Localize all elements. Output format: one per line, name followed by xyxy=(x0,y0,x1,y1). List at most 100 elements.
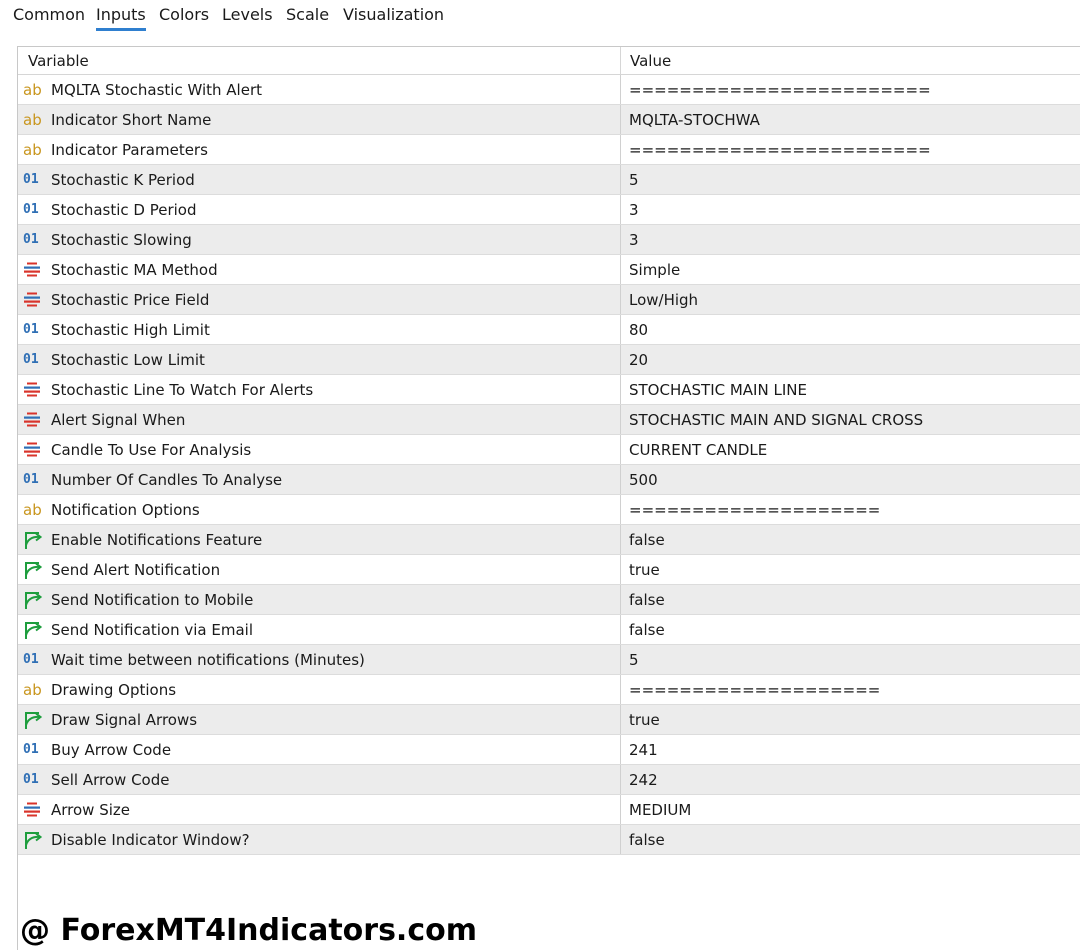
variable-label: Wait time between notifications (Minutes… xyxy=(51,650,365,669)
table-row[interactable]: Stochastic Line To Watch For Alerts STOCH… xyxy=(18,375,1080,405)
variable-label: Stochastic D Period xyxy=(51,200,197,219)
value-cell[interactable]: MQLTA-STOCHWA xyxy=(621,105,1080,134)
table-row[interactable]: Enable Notifications Feature false xyxy=(18,525,1080,555)
variable-cell[interactable]: 01 Stochastic Slowing xyxy=(18,225,621,254)
variable-label: MQLTA Stochastic With Alert xyxy=(51,80,263,99)
variable-cell[interactable]: 01 Sell Arrow Code xyxy=(18,765,621,794)
variable-cell[interactable]: 01 Number Of Candles To Analyse xyxy=(18,465,621,494)
table-row[interactable]: Candle To Use For Analysis CURRENT CANDLE xyxy=(18,435,1080,465)
table-row[interactable]: 01 Stochastic High Limit 80 xyxy=(18,315,1080,345)
table-row[interactable]: Disable Indicator Window? false xyxy=(18,825,1080,855)
value-cell[interactable]: false xyxy=(621,585,1080,614)
value-cell[interactable]: 3 xyxy=(621,195,1080,224)
value-cell[interactable]: STOCHASTIC MAIN LINE xyxy=(621,375,1080,404)
value-cell[interactable]: 20 xyxy=(621,345,1080,374)
value-cell[interactable]: false xyxy=(621,825,1080,854)
enum-icon xyxy=(23,410,45,430)
table-row[interactable]: Send Notification via Email false xyxy=(18,615,1080,645)
value-cell[interactable]: CURRENT CANDLE xyxy=(621,435,1080,464)
variable-cell[interactable]: ab MQLTA Stochastic With Alert xyxy=(18,75,621,104)
bool-icon xyxy=(23,620,45,640)
variable-label: Stochastic Low Limit xyxy=(51,350,205,369)
column-header-variable[interactable]: Variable xyxy=(18,47,621,74)
table-row[interactable]: Send Notification to Mobile false xyxy=(18,585,1080,615)
table-row[interactable]: ab Notification Options ==================… xyxy=(18,495,1080,525)
column-header-value[interactable]: Value xyxy=(621,47,1080,74)
variable-cell[interactable]: Stochastic Line To Watch For Alerts xyxy=(18,375,621,404)
variable-cell[interactable]: Enable Notifications Feature xyxy=(18,525,621,554)
value-cell[interactable]: MEDIUM xyxy=(621,795,1080,824)
tab-levels[interactable]: Levels xyxy=(222,4,273,26)
variable-cell[interactable]: ab Indicator Short Name xyxy=(18,105,621,134)
variable-cell[interactable]: Draw Signal Arrows xyxy=(18,705,621,734)
variable-cell[interactable]: 01 Stochastic D Period xyxy=(18,195,621,224)
string-icon: ab xyxy=(23,500,42,519)
table-row[interactable]: Arrow Size MEDIUM xyxy=(18,795,1080,825)
integer-icon: 01 xyxy=(23,322,39,337)
tab-common[interactable]: Common xyxy=(13,4,85,26)
value-cell[interactable]: false xyxy=(621,615,1080,644)
table-row[interactable]: 01 Number Of Candles To Analyse 500 xyxy=(18,465,1080,495)
value-cell[interactable]: 500 xyxy=(621,465,1080,494)
table-row[interactable]: 01 Stochastic Slowing 3 xyxy=(18,225,1080,255)
variable-label: Indicator Short Name xyxy=(51,110,212,129)
variable-cell[interactable]: Send Alert Notification xyxy=(18,555,621,584)
value-cell[interactable]: 80 xyxy=(621,315,1080,344)
value-cell[interactable]: ======================== xyxy=(621,75,1080,104)
variable-label: Draw Signal Arrows xyxy=(51,710,198,729)
variable-cell[interactable]: Send Notification via Email xyxy=(18,615,621,644)
variable-cell[interactable]: Alert Signal When xyxy=(18,405,621,434)
value-cell[interactable]: 3 xyxy=(621,225,1080,254)
inputs-grid: Variable Value ab MQLTA Stochastic With A… xyxy=(17,46,1080,950)
table-row[interactable]: ab Indicator Parameters ==================… xyxy=(18,135,1080,165)
value-cell[interactable]: 241 xyxy=(621,735,1080,764)
tab-inputs[interactable]: Inputs xyxy=(96,4,146,31)
table-row[interactable]: 01 Stochastic K Period 5 xyxy=(18,165,1080,195)
table-row[interactable]: Draw Signal Arrows true xyxy=(18,705,1080,735)
table-row[interactable]: Alert Signal When STOCHASTIC MAIN AND SIG… xyxy=(18,405,1080,435)
variable-cell[interactable]: Stochastic MA Method xyxy=(18,255,621,284)
variable-cell[interactable]: Disable Indicator Window? xyxy=(18,825,621,854)
value-cell[interactable]: true xyxy=(621,555,1080,584)
variable-cell[interactable]: Candle To Use For Analysis xyxy=(18,435,621,464)
table-row[interactable]: 01 Buy Arrow Code 241 xyxy=(18,735,1080,765)
table-row[interactable]: 01 Sell Arrow Code 242 xyxy=(18,765,1080,795)
variable-cell[interactable]: Stochastic Price Field xyxy=(18,285,621,314)
variable-cell[interactable]: 01 Stochastic High Limit xyxy=(18,315,621,344)
table-row[interactable]: ab Drawing Options ==================== xyxy=(18,675,1080,705)
value-cell[interactable]: Simple xyxy=(621,255,1080,284)
value-cell[interactable]: ==================== xyxy=(621,675,1080,704)
variable-cell[interactable]: ab Indicator Parameters xyxy=(18,135,621,164)
integer-icon: 01 xyxy=(23,202,39,217)
value-cell[interactable]: 5 xyxy=(621,165,1080,194)
value-cell[interactable]: ==================== xyxy=(621,495,1080,524)
variable-label: Candle To Use For Analysis xyxy=(51,440,252,459)
variable-cell[interactable]: Arrow Size xyxy=(18,795,621,824)
table-row[interactable]: ab MQLTA Stochastic With Alert ===========… xyxy=(18,75,1080,105)
table-row[interactable]: Stochastic Price Field Low/High xyxy=(18,285,1080,315)
variable-cell[interactable]: 01 Wait time between notifications (Minut… xyxy=(18,645,621,674)
value-cell[interactable]: ======================== xyxy=(621,135,1080,164)
value-cell[interactable]: true xyxy=(621,705,1080,734)
variable-cell[interactable]: 01 Stochastic Low Limit xyxy=(18,345,621,374)
variable-cell[interactable]: Send Notification to Mobile xyxy=(18,585,621,614)
table-row[interactable]: Stochastic MA Method Simple xyxy=(18,255,1080,285)
value-cell[interactable]: 5 xyxy=(621,645,1080,674)
table-row[interactable]: 01 Stochastic D Period 3 xyxy=(18,195,1080,225)
table-row[interactable]: 01 Wait time between notifications (Minut… xyxy=(18,645,1080,675)
variable-cell[interactable]: ab Drawing Options xyxy=(18,675,621,704)
value-cell[interactable]: STOCHASTIC MAIN AND SIGNAL CROSS xyxy=(621,405,1080,434)
table-row[interactable]: Send Alert Notification true xyxy=(18,555,1080,585)
tab-visualization[interactable]: Visualization xyxy=(343,4,444,26)
value-cell[interactable]: 242 xyxy=(621,765,1080,794)
table-row[interactable]: ab Indicator Short Name MQLTA-STOCHWA xyxy=(18,105,1080,135)
tab-scale[interactable]: Scale xyxy=(286,4,329,26)
table-row[interactable]: 01 Stochastic Low Limit 20 xyxy=(18,345,1080,375)
tab-colors[interactable]: Colors xyxy=(159,4,209,26)
value-cell[interactable]: false xyxy=(621,525,1080,554)
variable-cell[interactable]: ab Notification Options xyxy=(18,495,621,524)
variable-cell[interactable]: 01 Stochastic K Period xyxy=(18,165,621,194)
variable-cell[interactable]: 01 Buy Arrow Code xyxy=(18,735,621,764)
value-cell[interactable]: Low/High xyxy=(621,285,1080,314)
string-icon: ab xyxy=(23,680,42,699)
